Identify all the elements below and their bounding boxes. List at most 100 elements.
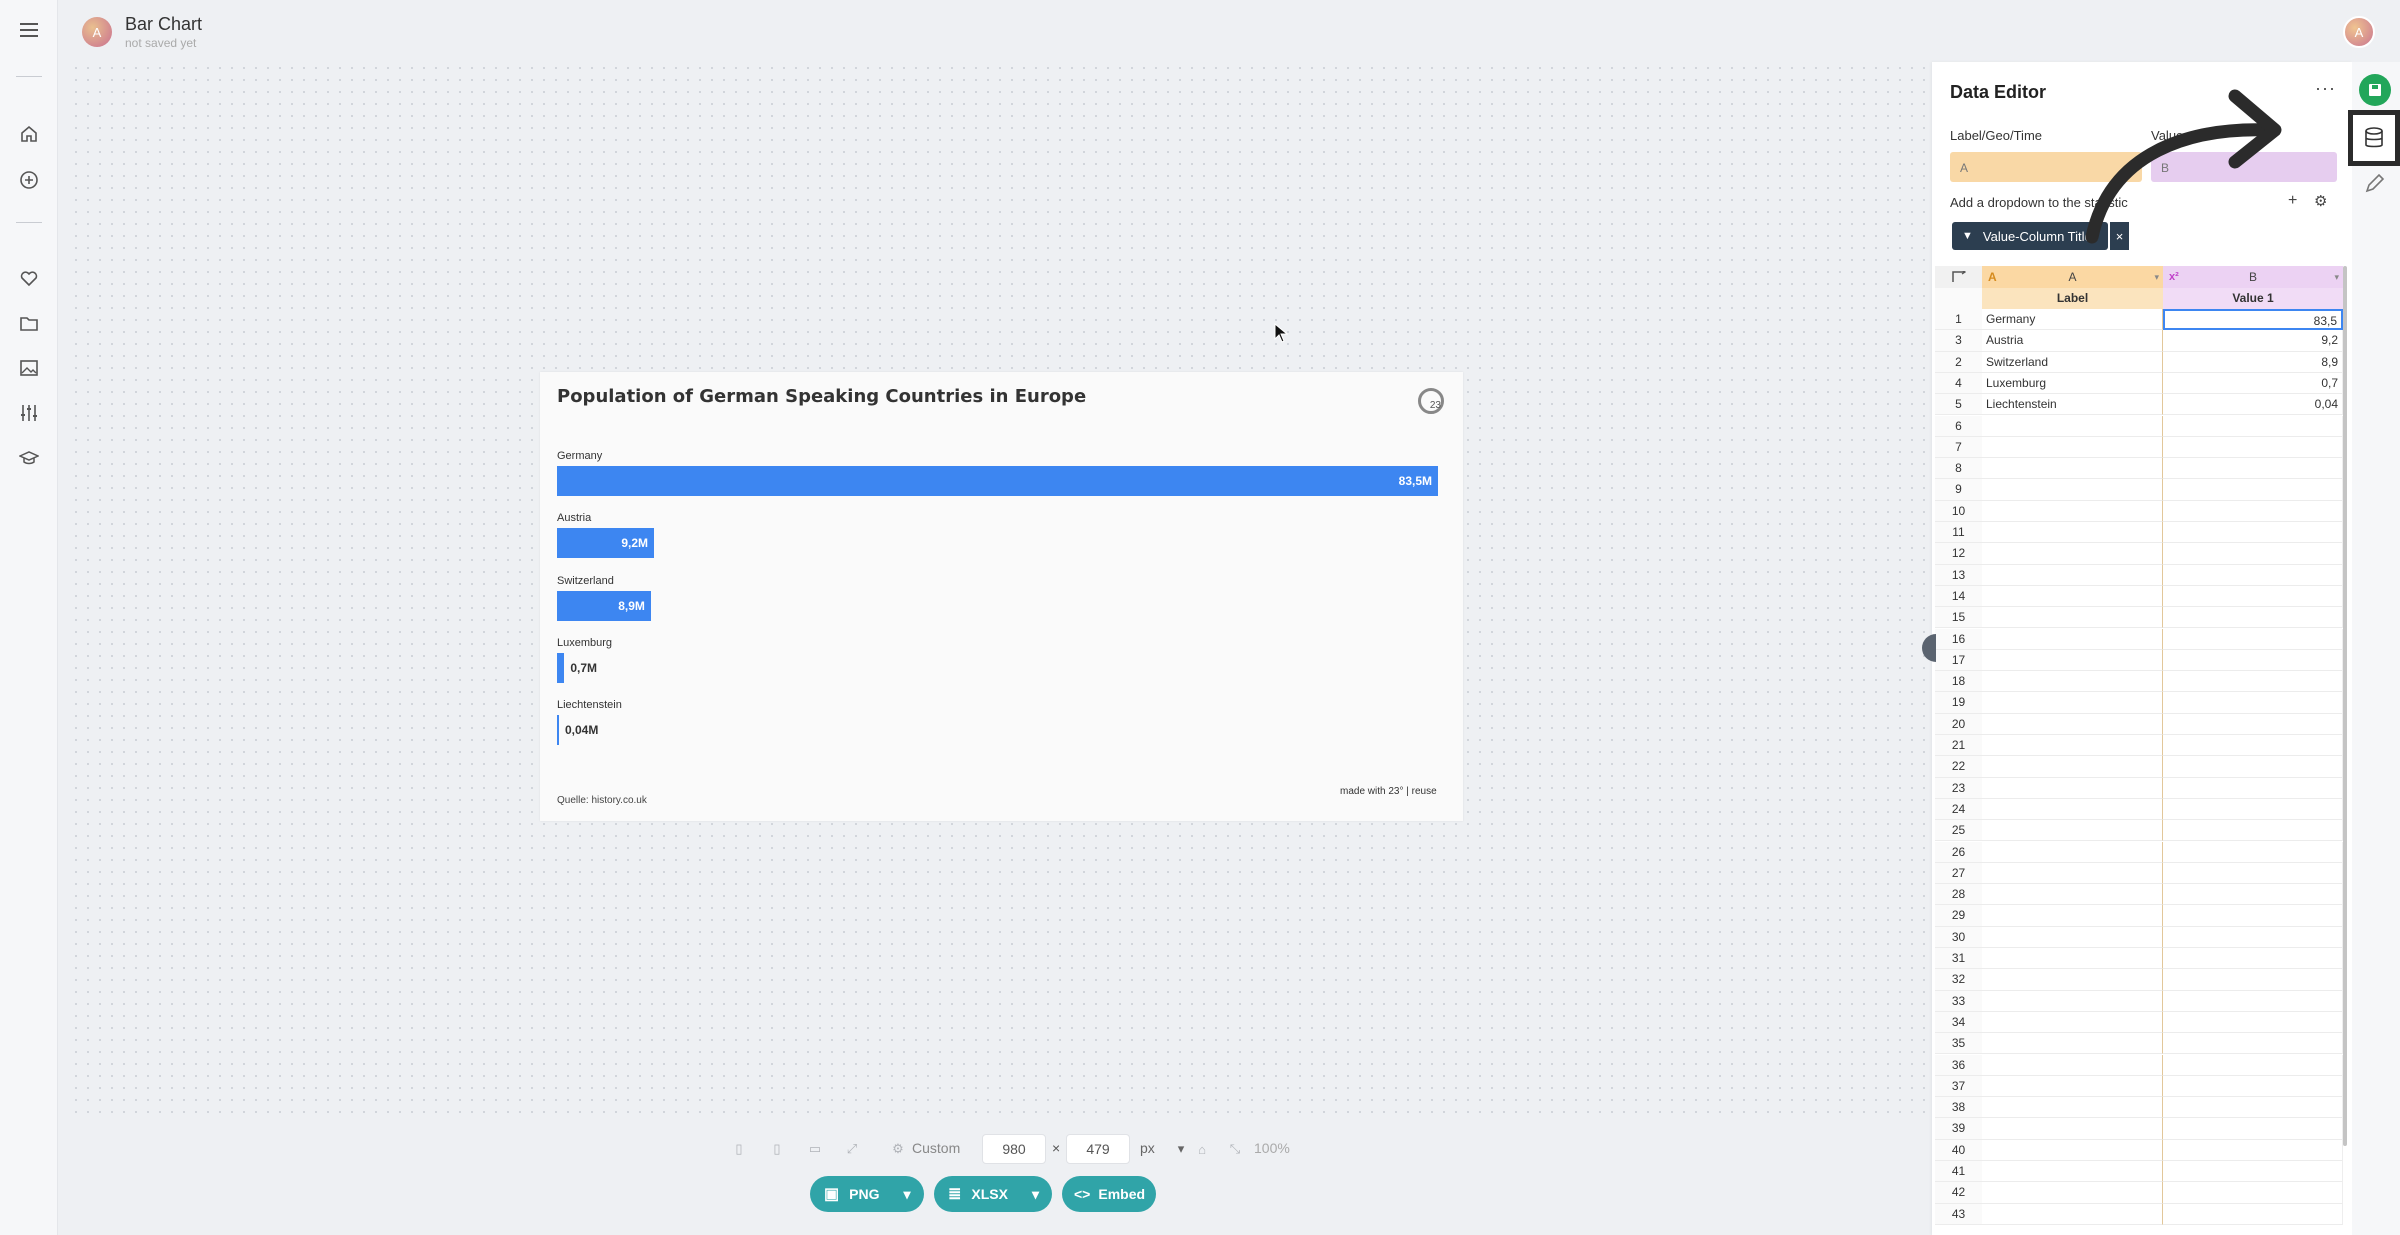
row-number[interactable]: 25 — [1935, 820, 1982, 842]
height-input[interactable]: 479 — [1066, 1134, 1130, 1164]
graduation-cap-icon[interactable] — [17, 446, 41, 470]
row-number[interactable]: 19 — [1935, 692, 1982, 714]
label-cell[interactable] — [1982, 713, 2163, 735]
value-cell[interactable] — [2163, 628, 2343, 650]
value-cell[interactable] — [2163, 585, 2343, 608]
value-cell[interactable] — [2163, 415, 2343, 437]
row-number[interactable]: 31 — [1935, 948, 1982, 970]
label-cell[interactable] — [1982, 585, 2163, 608]
heart-icon[interactable] — [17, 266, 41, 290]
avatar[interactable]: A — [82, 17, 112, 47]
row-number[interactable]: 1 — [1935, 309, 1982, 331]
value-cell[interactable] — [2163, 713, 2343, 735]
page-title[interactable]: Bar Chart — [125, 14, 202, 35]
row-number[interactable]: 6 — [1935, 415, 1982, 437]
value-cell[interactable] — [2163, 458, 2343, 480]
value-cell[interactable] — [2163, 1161, 2343, 1183]
bar[interactable] — [557, 652, 565, 683]
label-cell[interactable] — [1982, 479, 2163, 501]
device-phone-small-icon[interactable]: ▯ — [730, 1140, 748, 1158]
value-cell[interactable] — [2163, 1118, 2343, 1140]
label-cell[interactable] — [1982, 500, 2163, 522]
row-number[interactable]: 15 — [1935, 607, 1982, 629]
row-number[interactable]: 32 — [1935, 969, 1982, 991]
label-cell[interactable] — [1982, 798, 2163, 821]
column-filter-icon[interactable]: ▾ — [2334, 266, 2339, 288]
label-cell[interactable] — [1982, 543, 2163, 565]
gear-icon[interactable]: ⚙ — [889, 1140, 907, 1158]
value-cell[interactable] — [2163, 564, 2343, 586]
device-phone-icon[interactable]: ▯ — [768, 1140, 786, 1158]
value-cell[interactable] — [2163, 948, 2343, 970]
label-cell[interactable] — [1982, 692, 2163, 714]
device-laptop-icon[interactable]: ▭ — [806, 1140, 824, 1158]
label-cell[interactable] — [1982, 1118, 2163, 1140]
row-number[interactable]: 4 — [1935, 372, 1982, 395]
label-cell[interactable] — [1982, 735, 2163, 757]
value-cell[interactable] — [2163, 820, 2343, 842]
chevron-down-icon[interactable]: ▾ — [903, 1186, 910, 1203]
label-cell[interactable] — [1982, 649, 2163, 672]
label-cell[interactable] — [1982, 756, 2163, 778]
row-number[interactable]: 40 — [1935, 1139, 1982, 1161]
row-number[interactable]: 7 — [1935, 436, 1982, 459]
width-input[interactable]: 980 — [982, 1134, 1046, 1164]
add-circle-icon[interactable] — [17, 168, 41, 192]
export-png-button[interactable]: ▣ PNG ▾ — [810, 1176, 924, 1212]
label-cell[interactable]: Austria — [1982, 330, 2163, 352]
label-cell[interactable] — [1982, 628, 2163, 650]
value-cell[interactable] — [2163, 479, 2343, 501]
row-number[interactable]: 8 — [1935, 458, 1982, 480]
value-cell[interactable] — [2163, 500, 2343, 522]
label-cell[interactable] — [1982, 607, 2163, 629]
value-header-cell[interactable]: Value 1 — [2163, 288, 2343, 309]
row-number[interactable]: 16 — [1935, 628, 1982, 650]
row-number[interactable]: 2 — [1935, 351, 1982, 373]
embed-button[interactable]: <> Embed — [1062, 1176, 1156, 1212]
sliders-icon[interactable] — [17, 401, 41, 425]
column-header-a[interactable]: A A ▾ — [1982, 266, 2163, 288]
zoom-icon[interactable]: ⤡ — [1226, 1140, 1244, 1158]
row-number[interactable]: 28 — [1935, 884, 1982, 906]
value-cell[interactable] — [2163, 1203, 2343, 1225]
row-number[interactable]: 3 — [1935, 330, 1982, 352]
value-cell[interactable] — [2163, 756, 2343, 778]
row-number[interactable]: 38 — [1935, 1097, 1982, 1119]
export-xlsx-button[interactable]: ≣ XLSX ▾ — [934, 1176, 1052, 1212]
label-cell[interactable]: Liechtenstein — [1982, 394, 2163, 416]
value-cell[interactable] — [2163, 436, 2343, 459]
fullscreen-icon[interactable]: ⤢ — [843, 1140, 861, 1158]
row-number[interactable]: 22 — [1935, 756, 1982, 778]
value-cell[interactable]: 9,2 — [2163, 330, 2343, 352]
label-cell[interactable] — [1982, 1139, 2163, 1161]
label-cell[interactable] — [1982, 522, 2163, 544]
label-cell[interactable] — [1982, 1011, 2163, 1034]
label-cell[interactable] — [1982, 884, 2163, 906]
row-number[interactable]: 18 — [1935, 671, 1982, 693]
row-number[interactable]: 10 — [1935, 500, 1982, 522]
menu-icon[interactable] — [17, 18, 41, 42]
pencil-icon[interactable] — [2364, 172, 2388, 196]
label-cell[interactable] — [1982, 1097, 2163, 1119]
preset-select[interactable]: Custom — [912, 1140, 960, 1156]
folder-icon[interactable] — [17, 311, 41, 335]
row-number[interactable]: 37 — [1935, 1075, 1982, 1098]
chart-credit[interactable]: made with 23° | reuse — [1340, 786, 1437, 797]
selected-value-cell[interactable]: 83,5 — [2163, 309, 2343, 331]
label-cell[interactable] — [1982, 1054, 2163, 1076]
label-cell[interactable] — [1982, 436, 2163, 459]
label-cell[interactable] — [1982, 926, 2163, 948]
row-number[interactable]: 14 — [1935, 585, 1982, 608]
value-cell[interactable]: 0,04 — [2163, 394, 2343, 416]
value-cell[interactable] — [2163, 777, 2343, 799]
chevron-down-icon[interactable]: ▾ — [1032, 1186, 1039, 1203]
value-cell[interactable] — [2163, 522, 2343, 544]
label-cell[interactable] — [1982, 1161, 2163, 1183]
row-number[interactable]: 17 — [1935, 649, 1982, 672]
row-number[interactable]: 33 — [1935, 990, 1982, 1012]
value-cell[interactable] — [2163, 1075, 2343, 1098]
row-number[interactable]: 35 — [1935, 1033, 1982, 1055]
value-cell[interactable] — [2163, 1182, 2343, 1204]
row-number[interactable]: 21 — [1935, 735, 1982, 757]
row-number[interactable]: 30 — [1935, 926, 1982, 948]
